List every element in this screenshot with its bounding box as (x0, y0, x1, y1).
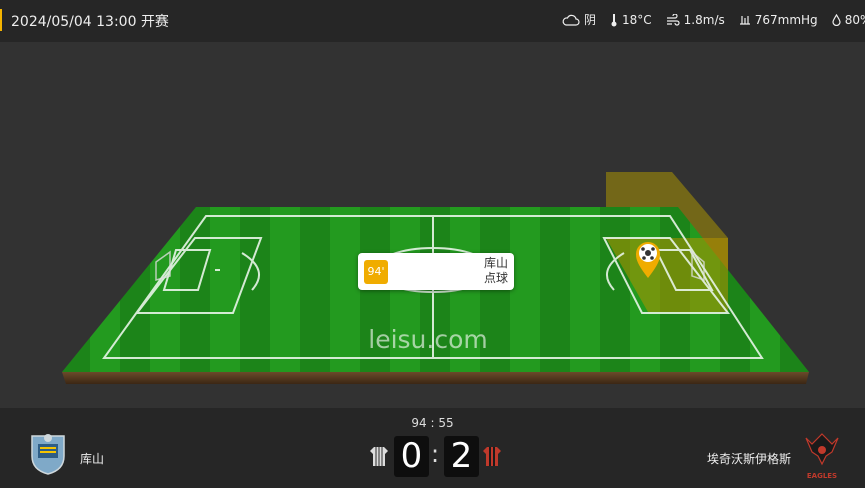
event-description: 库山 点球 (484, 256, 508, 286)
home-kit-icon (370, 447, 388, 466)
pitch-stage: leisu.com 94' 库山 点球 (0, 42, 865, 408)
scoreboard: 94 : 55 库山 0 : 2 埃奇沃斯伊格斯 EAGLES (0, 408, 865, 488)
away-team-badge: EAGLES (805, 433, 839, 480)
weather-condition-text: 阴 (584, 13, 597, 27)
home-team-badge (31, 434, 65, 475)
pitch-soil (62, 372, 809, 384)
away-team-name[interactable]: 埃奇沃斯伊格斯 (707, 450, 791, 467)
weather-humidity: 80% (832, 13, 865, 27)
temperature-text: 18°C (622, 12, 652, 27)
weather-wind: 1.8m/s (666, 13, 725, 27)
humidity-icon (832, 13, 841, 26)
weather-pressure: 767mmHg (739, 13, 818, 27)
weather-condition: 阴 (562, 11, 596, 28)
kickoff-datetime: 2024/05/04 13:00 开赛 (11, 14, 169, 30)
pressure-text: 767mmHg (754, 12, 818, 27)
weather-temperature: 18°C (610, 13, 652, 27)
cloud-icon (562, 14, 580, 26)
away-score: 2 (444, 436, 479, 477)
away-badge-text: EAGLES (807, 472, 837, 480)
pressure-icon (739, 15, 750, 25)
home-score: 0 (394, 436, 429, 477)
away-kit-icon (483, 447, 501, 466)
accent-marker (0, 9, 2, 31)
humidity-text: 80% (844, 12, 865, 27)
match-clock: 94 : 55 (411, 416, 454, 430)
score-separator: : (431, 440, 440, 468)
home-team-name[interactable]: 库山 (80, 450, 104, 467)
event-type: 点球 (483, 271, 508, 285)
wind-icon (666, 13, 680, 26)
pitch-watermark: leisu.com (368, 325, 487, 354)
pitch-graphic: leisu.com (62, 172, 809, 384)
event-team: 库山 (483, 256, 508, 270)
thermometer-icon (611, 13, 617, 26)
weather-panel: 阴 18°C 1.8m/s 767mmHg 80% (562, 11, 865, 28)
wind-text: 1.8m/s (683, 12, 725, 27)
event-minute-badge: 94' (364, 260, 388, 284)
event-card[interactable]: 94' 库山 点球 (358, 253, 514, 290)
match-info-bar: 2024/05/04 13:00 开赛 阴 18°C 1.8m/s 767mmH… (0, 0, 865, 42)
